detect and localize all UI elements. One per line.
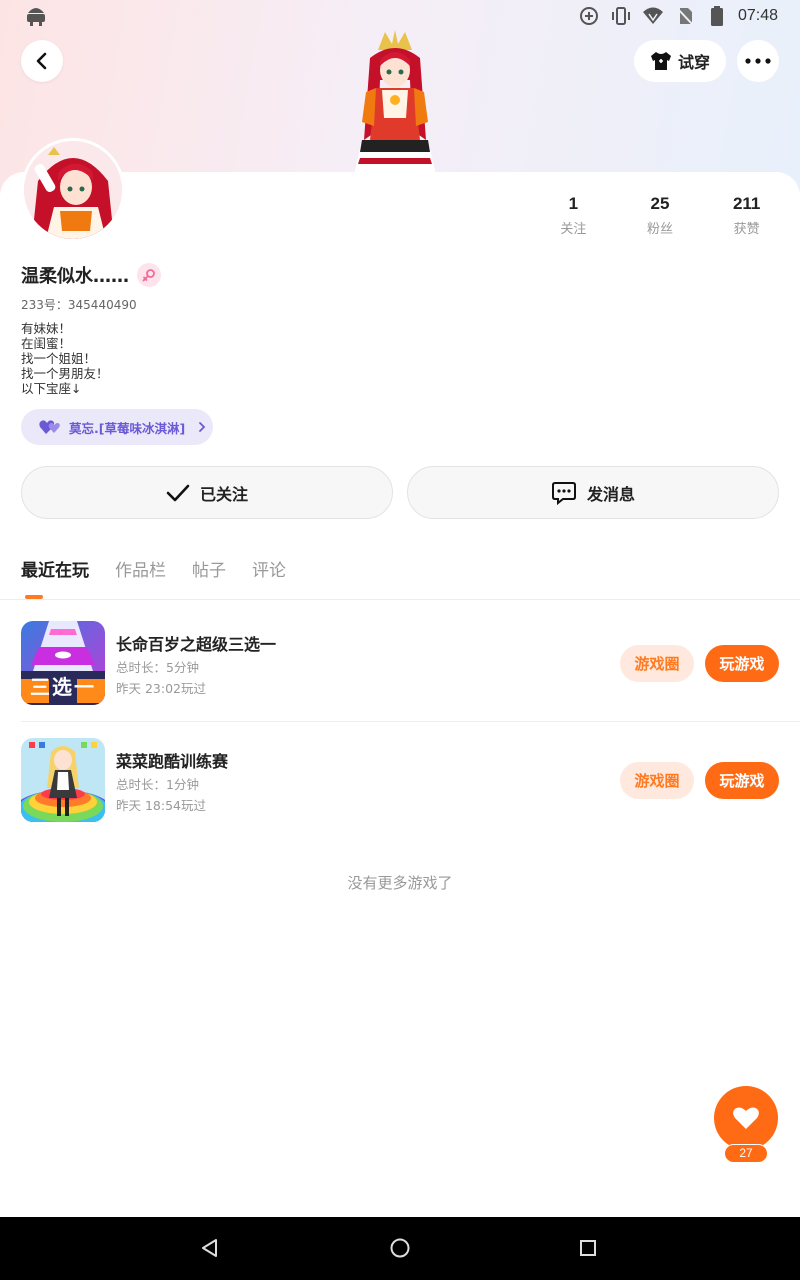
- heart-icon: [733, 1107, 759, 1129]
- play-game-button[interactable]: 玩游戏: [705, 645, 779, 682]
- username-row: 温柔似水……: [21, 262, 161, 288]
- avatar[interactable]: [21, 138, 125, 242]
- data-saver-icon: [579, 7, 598, 25]
- more-button[interactable]: [737, 40, 779, 82]
- game-thumbnail-text: 三选一: [30, 675, 96, 699]
- like-count-badge: 27: [724, 1144, 768, 1163]
- chevron-left-icon: [36, 52, 47, 70]
- game-duration: 总时长：1分钟: [116, 777, 199, 792]
- no-more-games-text: 没有更多游戏了: [347, 874, 453, 892]
- checkmark-icon: [166, 484, 190, 501]
- stat-fans[interactable]: 25 粉丝: [617, 194, 704, 237]
- avatar-figure-image: [340, 30, 450, 175]
- system-navigation-bar: [0, 1217, 800, 1280]
- double-heart-icon: [39, 420, 60, 434]
- couple-tag[interactable]: 莫忘.[草莓味冰淇淋]: [21, 409, 213, 445]
- nav-home-icon[interactable]: [385, 1233, 415, 1263]
- stat-following-label: 关注: [560, 222, 587, 237]
- profile-tabs: 最近在玩 作品栏 帖子 评论: [21, 556, 286, 599]
- shirt-icon: [650, 52, 671, 70]
- game-thumbnail[interactable]: 三选一: [21, 621, 105, 705]
- bio-line: 找一个男朋友！: [21, 366, 109, 381]
- nav-back-icon[interactable]: [195, 1233, 225, 1263]
- wifi-icon: [642, 7, 663, 24]
- game-thumbnail[interactable]: [21, 738, 105, 822]
- bio-line: 有妹妹！: [21, 321, 72, 336]
- female-icon: [137, 263, 161, 287]
- bio-line: 在闺蜜！: [21, 336, 72, 351]
- no-sim-icon: [676, 7, 694, 26]
- bio-line: 以下宝座↓: [21, 381, 82, 396]
- try-on-button[interactable]: 试穿: [634, 40, 726, 82]
- more-dots-icon: [745, 58, 771, 64]
- stat-fans-value: 25: [650, 194, 670, 213]
- tab-works[interactable]: 作品栏: [115, 556, 166, 599]
- stat-likes-value: 211: [732, 194, 761, 213]
- list-divider: [21, 721, 800, 722]
- followed-label: 已关注: [199, 484, 248, 504]
- like-button[interactable]: [714, 1086, 778, 1150]
- status-bar: 07:48: [0, 0, 800, 32]
- chevron-right-icon: [199, 422, 206, 432]
- status-time: 07:48: [737, 7, 778, 24]
- play-game-button[interactable]: 玩游戏: [705, 762, 779, 799]
- send-message-button[interactable]: 发消息: [407, 466, 779, 519]
- game-circle-button[interactable]: 游戏圈: [620, 762, 694, 799]
- stat-fans-label: 粉丝: [647, 222, 674, 237]
- tab-comments[interactable]: 评论: [252, 556, 286, 599]
- profile-stats: 1 关注 25 粉丝 211 获赞: [530, 194, 790, 237]
- stat-likes-label: 获赞: [733, 222, 760, 237]
- user-id: 233号：345440490: [21, 298, 137, 312]
- tab-divider: [0, 599, 800, 600]
- game-title[interactable]: 长命百岁之超级三选一: [116, 631, 276, 655]
- battery-icon: [710, 6, 723, 26]
- game-last-played: 昨天 18:54玩过: [116, 798, 206, 813]
- stat-following[interactable]: 1 关注: [530, 194, 617, 237]
- game-row[interactable]: 菜菜跑酷训练赛 总时长：1分钟 昨天 18:54玩过 游戏圈 玩游戏: [0, 738, 800, 838]
- game-last-played: 昨天 23:02玩过: [116, 681, 206, 696]
- game-circle-button[interactable]: 游戏圈: [620, 645, 694, 682]
- stat-following-value: 1: [568, 194, 579, 213]
- followed-button[interactable]: 已关注: [21, 466, 393, 519]
- tab-posts[interactable]: 帖子: [192, 556, 226, 599]
- bio: 有妹妹！ 在闺蜜！ 找一个姐姐！ 找一个男朋友！ 以下宝座↓: [21, 321, 109, 396]
- send-message-label: 发消息: [586, 484, 635, 504]
- vibrate-icon: [611, 7, 630, 25]
- nav-recents-icon[interactable]: [573, 1233, 603, 1263]
- game-row[interactable]: 三选一 长命百岁之超级三选一 总时长：5分钟 昨天 23:02玩过 游戏圈 玩游…: [0, 621, 800, 721]
- bio-line: 找一个姐姐！: [21, 351, 97, 366]
- chat-bubble-icon: [551, 481, 576, 505]
- stat-likes[interactable]: 211 获赞: [703, 194, 790, 237]
- couple-tag-label: 莫忘.[草莓味冰淇淋]: [69, 420, 186, 436]
- game-title[interactable]: 菜菜跑酷训练赛: [116, 748, 228, 772]
- tab-recently-played[interactable]: 最近在玩: [21, 556, 89, 599]
- back-button[interactable]: [21, 40, 63, 82]
- username: 温柔似水……: [21, 266, 129, 287]
- game-duration: 总时长：5分钟: [116, 660, 199, 675]
- android-debug-icon: [24, 5, 48, 27]
- try-on-label: 试穿: [677, 53, 710, 72]
